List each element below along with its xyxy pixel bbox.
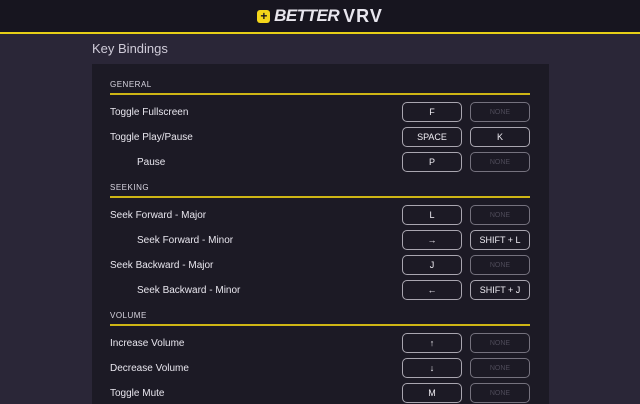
- binding-label: Seek Backward - Major: [110, 259, 214, 271]
- logo-better: BETTER: [274, 6, 340, 25]
- binding-row: Increase Volume ↑ NONE: [110, 333, 530, 353]
- secondary-key-button[interactable]: NONE: [470, 152, 530, 172]
- logo-vrv: VRV: [343, 5, 383, 26]
- primary-key-button[interactable]: P: [402, 152, 462, 172]
- primary-key-button[interactable]: ↑: [402, 333, 462, 353]
- binding-label: Toggle Play/Pause: [110, 131, 193, 143]
- binding-label: Seek Forward - Minor: [137, 234, 234, 246]
- key-bindings-panel: GENERAL Toggle Fullscreen F NONE Toggle Play…: [92, 64, 549, 404]
- binding-row: Seek Forward - Major L NONE: [110, 205, 530, 225]
- secondary-key-button[interactable]: SHIFT + J: [470, 280, 530, 300]
- binding-label: Pause: [137, 156, 166, 168]
- binding-row: Seek Backward - Major J NONE: [110, 255, 530, 275]
- binding-row: Toggle Play/Pause SPACE K: [110, 127, 530, 147]
- binding-row: Pause P NONE: [110, 152, 530, 172]
- binding-label: Decrease Volume: [110, 362, 189, 374]
- section-header: SEEKING: [110, 183, 530, 198]
- secondary-key-button[interactable]: NONE: [470, 102, 530, 122]
- binding-row: Decrease Volume ↓ NONE: [110, 358, 530, 378]
- binding-row: Seek Forward - Minor → SHIFT + L: [110, 230, 530, 250]
- binding-row: Seek Backward - Minor ← SHIFT + J: [110, 280, 530, 300]
- binding-row: Toggle Mute M NONE: [110, 383, 530, 403]
- primary-key-button[interactable]: →: [402, 230, 462, 250]
- binding-label: Seek Forward - Major: [110, 209, 207, 221]
- section-header: VOLUME: [110, 311, 530, 326]
- secondary-key-button[interactable]: K: [470, 127, 530, 147]
- page-title: Key Bindings: [92, 41, 168, 56]
- binding-row: Toggle Fullscreen F NONE: [110, 102, 530, 122]
- app-header: + BETTER VRV: [0, 0, 640, 34]
- primary-key-button[interactable]: ↓: [402, 358, 462, 378]
- primary-key-button[interactable]: L: [402, 205, 462, 225]
- primary-key-button[interactable]: J: [402, 255, 462, 275]
- secondary-key-button[interactable]: NONE: [470, 358, 530, 378]
- primary-key-button[interactable]: F: [402, 102, 462, 122]
- secondary-key-button[interactable]: SHIFT + L: [470, 230, 530, 250]
- binding-label: Toggle Fullscreen: [110, 106, 189, 118]
- binding-label: Increase Volume: [110, 337, 185, 349]
- secondary-key-button[interactable]: NONE: [470, 205, 530, 225]
- primary-key-button[interactable]: ←: [402, 280, 462, 300]
- plus-hexagon-icon: +: [257, 9, 271, 23]
- secondary-key-button[interactable]: NONE: [470, 333, 530, 353]
- primary-key-button[interactable]: SPACE: [402, 127, 462, 147]
- primary-key-button[interactable]: M: [402, 383, 462, 403]
- binding-label: Seek Backward - Minor: [137, 284, 241, 296]
- better-vrv-logo: + BETTER VRV: [257, 6, 383, 27]
- section-header: GENERAL: [110, 80, 530, 95]
- secondary-key-button[interactable]: NONE: [470, 255, 530, 275]
- secondary-key-button[interactable]: NONE: [470, 383, 530, 403]
- binding-label: Toggle Mute: [110, 387, 165, 399]
